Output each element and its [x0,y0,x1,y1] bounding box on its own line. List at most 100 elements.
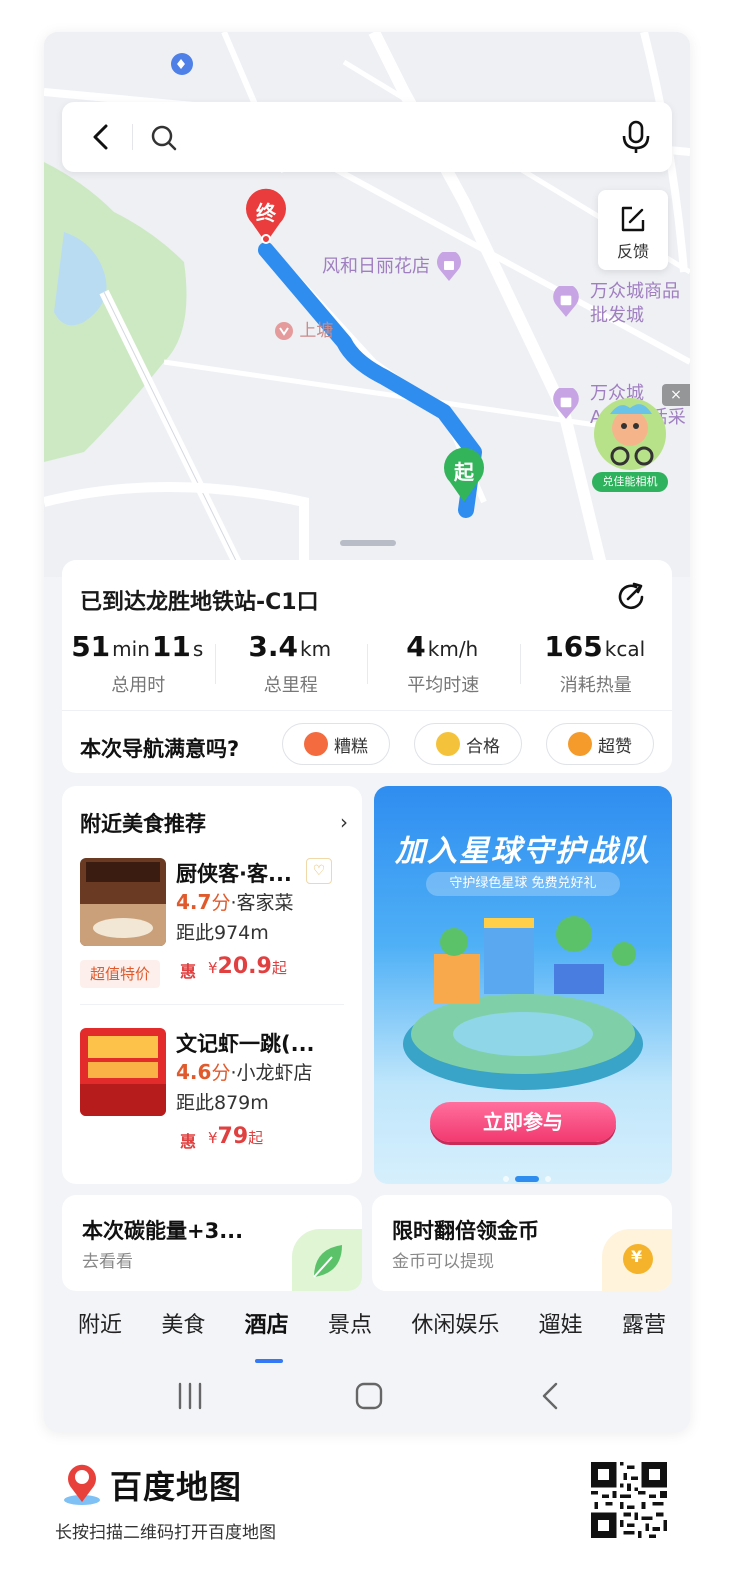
brand-name: 百度地图 [110,1468,243,1506]
carbon-subtitle: 去看看 [82,1252,133,1272]
restaurant-category: ·客家菜 [230,892,294,914]
leaf-icon [292,1229,362,1291]
restaurant-photo [80,1028,166,1116]
stat-label: 消耗热量 [559,675,632,696]
back-nav-icon[interactable] [532,1376,572,1416]
category-tabs: 附近 美食 酒店 景点 休闲娱乐 遛娃 露营 [44,1307,690,1363]
coin-icon: ¥ [602,1229,672,1291]
chevron-right-icon[interactable]: › [340,810,348,834]
favorite-icon[interactable]: ♡ [306,858,332,884]
metro-station[interactable]: 上塘 [274,316,333,341]
search-bar[interactable] [62,102,672,172]
discount-badge: 惠 [180,962,197,981]
planet-city-illustration [403,916,643,1090]
score-unit: 分 [211,1062,231,1084]
rating-bad-button[interactable]: 糟糕 [282,723,390,765]
rating-row: 本次导航满意吗? 糟糕 合格 超赞 [62,710,672,774]
restaurant-name: 厨侠客·客... [176,862,292,886]
search-divider [132,124,133,150]
promo-tag: 超值特价 [80,960,161,988]
microphone-icon[interactable] [618,118,654,156]
stat-value: 51 [71,630,111,663]
restaurant-distance: 距此879m [176,1092,269,1114]
gold-coin-card[interactable]: 限时翻倍领金币 金币可以提现 ¥ [372,1195,672,1291]
stat-calories: 165 kcal 消耗热量 [519,630,673,700]
carousel-dot-active [515,1175,539,1182]
tab-food[interactable]: 美食 [161,1307,205,1355]
price-suffix: 起 [248,1129,264,1147]
food-item[interactable]: 文记虾一跳(... 4.6分·小龙虾店 距此879m 惠 ¥79起 [80,1028,350,1188]
discount-badge: 惠 [180,1132,197,1151]
system-navigation-bar [44,1362,690,1432]
restaurant-distance: 距此974m [176,922,269,944]
mascot-icon [594,398,666,470]
map-view[interactable]: 反馈 风和日丽花店 万众城商品 批发城 万众城 A1区生活采 上塘 终 起 [44,32,690,577]
restaurant-score: 4.7分·客家菜 [176,888,294,915]
rating-ok-button[interactable]: 合格 [414,723,522,765]
stat-label: 平均时速 [407,675,480,696]
score-value: 4.6 [176,1060,212,1084]
price-suffix: 起 [271,959,287,977]
coin-subtitle: 金币可以提现 [392,1252,494,1272]
metro-label: 上塘 [299,321,334,341]
ad-badge: 兑佳能相机 [592,472,668,492]
price: ¥79起 [208,1124,263,1149]
phone-screen: 反馈 风和日丽花店 万众城商品 批发城 万众城 A1区生活采 上塘 终 起 [44,32,690,1432]
rating-label: 超赞 [598,736,632,757]
drag-handle[interactable] [340,540,396,546]
carbon-energy-card[interactable]: 本次碳能量+3... 去看看 [62,1195,362,1291]
food-thumbnail [80,858,166,946]
baidu-map-pin-icon [64,1464,100,1505]
close-ad-button[interactable]: × [662,384,690,406]
edit-icon [621,206,645,232]
stat-unit: s [192,637,204,661]
poi-label: 风和日丽花店 [322,256,430,277]
tab-leisure[interactable]: 休闲娱乐 [411,1307,499,1355]
feedback-button[interactable]: 反馈 [598,190,668,270]
shopping-bag-icon [436,250,461,281]
tab-hotel[interactable]: 酒店 [245,1307,289,1363]
rating-question: 本次导航满意吗? [80,737,240,761]
stat-unit: kcal [604,637,646,661]
start-pin[interactable]: 起 [442,446,486,504]
stat-label: 总里程 [263,675,318,696]
restaurant-score: 4.6分·小龙虾店 [176,1058,313,1085]
poi-flower-shop[interactable]: 风和日丽花店 [322,250,462,282]
shopping-bag-icon [553,388,579,419]
tab-nearby[interactable]: 附近 [78,1307,122,1355]
price-value: 20.9 [217,954,272,979]
carousel-dot [545,1175,551,1182]
food-card-title[interactable]: 附近美食推荐 [80,808,206,838]
end-pin[interactable]: 终 [244,187,288,245]
stat-avg-speed: 4 km/h 平均时速 [367,630,520,700]
neutral-face-icon [436,732,460,756]
currency: ¥ [208,959,218,977]
promo-banner[interactable]: 加入星球守护战队 守护绿色星球 免费兑好礼 立即参与 [374,786,672,1184]
food-item[interactable]: 厨侠客·客... ♡ 4.7分·客家菜 距此974m 超值特价 惠 ¥20.9起 [80,858,350,1018]
tab-kids[interactable]: 遛娃 [539,1307,583,1355]
carousel-dot [503,1175,509,1182]
restaurant-category: ·小龙虾店 [230,1062,313,1084]
start-pin-label: 起 [454,460,474,484]
poi-wanzhong-market[interactable]: 万众城商品 批发城 [552,280,680,328]
join-button[interactable]: 立即参与 [430,1102,616,1142]
carbon-title: 本次碳能量+3... [82,1219,244,1243]
poi-label: 万众城商品 [590,281,680,302]
banner-title: 加入星球守护战队 [395,834,651,869]
banner-subtitle: 守护绿色星球 免费兑好礼 [426,872,620,896]
stat-value: 4 [406,630,426,663]
end-pin-label: 终 [256,201,276,225]
search-icon [151,125,177,151]
tab-camping[interactable]: 露营 [622,1307,666,1355]
search-input[interactable] [192,120,616,156]
angry-face-icon [304,732,328,756]
stat-distance: 3.4 km 总里程 [214,630,368,700]
floating-ad[interactable]: × 兑佳能相机 [590,384,690,496]
share-icon[interactable] [614,580,648,614]
restaurant-photo [80,858,166,946]
rating-great-button[interactable]: 超赞 [546,723,654,765]
tab-sights[interactable]: 景点 [328,1307,372,1355]
home-icon[interactable] [349,1376,389,1416]
back-icon[interactable] [84,120,118,154]
recent-apps-icon[interactable] [170,1376,210,1416]
